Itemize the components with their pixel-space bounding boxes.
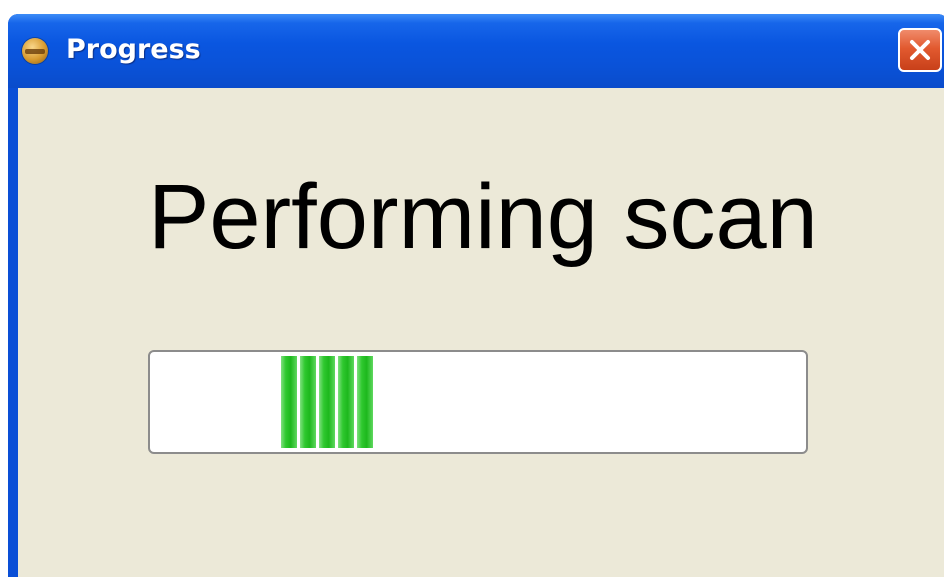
progress-chunk xyxy=(281,356,297,448)
progress-chunk xyxy=(338,356,354,448)
title-bar[interactable]: Progress xyxy=(8,14,944,88)
progress-chunk xyxy=(357,356,373,448)
progress-marquee xyxy=(281,356,373,448)
status-heading: Performing scan xyxy=(148,166,818,268)
progress-chunk xyxy=(300,356,316,448)
window-title: Progress xyxy=(66,34,201,65)
dialog-body: Performing scan xyxy=(18,88,944,577)
app-icon xyxy=(22,38,48,64)
close-button[interactable] xyxy=(898,28,942,72)
progress-chunk xyxy=(319,356,335,448)
progress-dialog: Progress Performing scan xyxy=(8,14,944,577)
progress-bar xyxy=(148,350,808,454)
close-icon xyxy=(910,40,930,60)
